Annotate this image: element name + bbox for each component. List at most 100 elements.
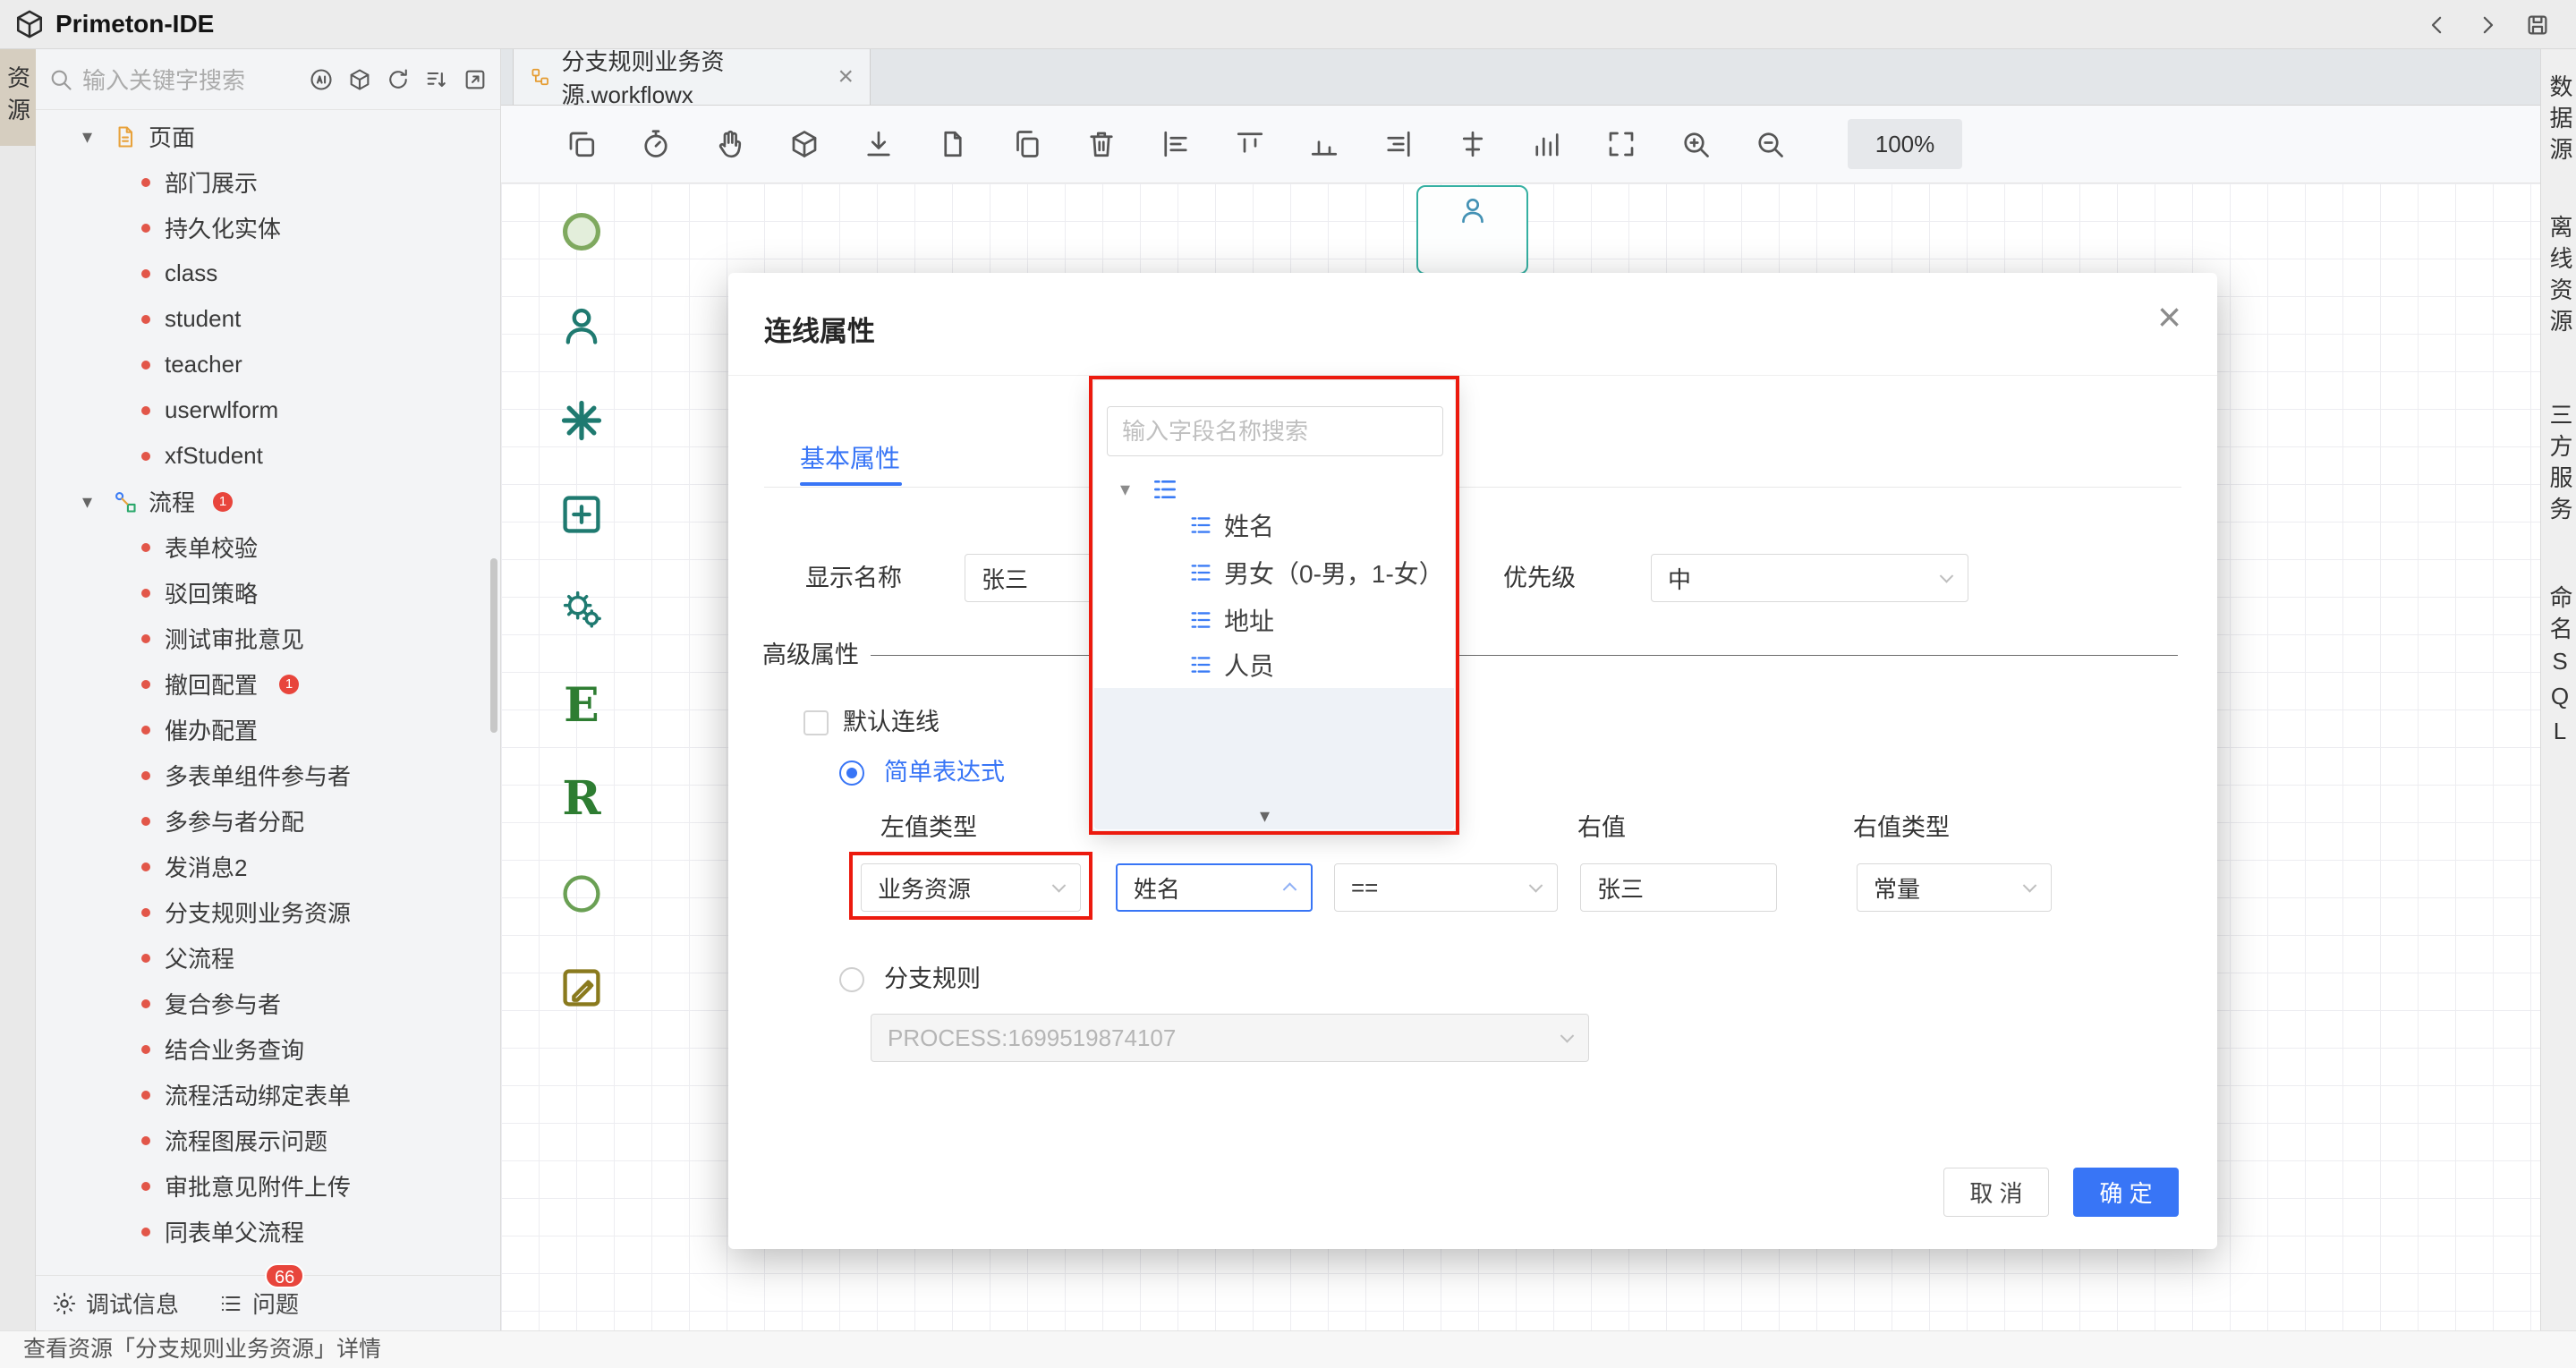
- fit-screen-icon[interactable]: [1605, 128, 1637, 160]
- search-input[interactable]: 输入关键字搜索: [82, 63, 309, 96]
- default-line-checkbox[interactable]: [803, 710, 829, 735]
- resource-dot-icon: [141, 361, 150, 370]
- dropdown-item[interactable]: 姓名: [1188, 503, 1274, 548]
- field-select[interactable]: 姓名: [1116, 863, 1313, 912]
- align-left-icon[interactable]: [1160, 128, 1192, 160]
- download-icon[interactable]: [863, 128, 895, 160]
- tree-item[interactable]: 审批意见附件上传: [36, 1163, 500, 1209]
- tree-item[interactable]: 流程活动绑定表单: [36, 1072, 500, 1117]
- sidebar-tab-resources[interactable]: 资源: [0, 49, 36, 146]
- align-right-icon[interactable]: [1382, 128, 1415, 160]
- tree-item[interactable]: 表单校验: [36, 524, 500, 570]
- edit-node-icon[interactable]: [555, 961, 608, 1015]
- field-tree-icon: [1151, 475, 1179, 504]
- tree-item-label: xfStudent: [165, 442, 263, 470]
- zoom-in-icon[interactable]: [1679, 128, 1712, 160]
- tree-item[interactable]: 多参与者分配: [36, 798, 500, 844]
- ai-icon[interactable]: [309, 67, 334, 92]
- letter-r-node[interactable]: R: [555, 771, 608, 825]
- right-type-select[interactable]: 常量: [1857, 863, 2052, 912]
- package-icon[interactable]: [788, 128, 820, 160]
- tree-item[interactable]: xfStudent: [36, 433, 500, 479]
- resource-tree: ▾ 页面 部门展示 持久化实体 class student teacher us…: [36, 114, 500, 1275]
- copy-files-icon[interactable]: [1011, 128, 1043, 160]
- timer-icon[interactable]: [640, 128, 672, 160]
- tree-item[interactable]: 发消息2: [36, 844, 500, 889]
- tree-item[interactable]: 部门展示: [36, 159, 500, 205]
- workflow-node[interactable]: [1416, 185, 1528, 275]
- forward-icon[interactable]: [2474, 12, 2501, 38]
- tree-item[interactable]: 测试审批意见: [36, 616, 500, 661]
- refresh-icon[interactable]: [386, 67, 411, 92]
- field-search-input[interactable]: [1107, 406, 1443, 456]
- service-gears-icon[interactable]: [555, 582, 608, 636]
- tree-item[interactable]: 撤回配置1: [36, 661, 500, 707]
- cancel-button[interactable]: 取 消: [1943, 1168, 2049, 1217]
- tree-item[interactable]: 复合参与者: [36, 981, 500, 1026]
- right-tab-namedsql[interactable]: 命名SQL: [2541, 579, 2576, 758]
- align-top-icon[interactable]: [1234, 128, 1266, 160]
- letter-e-node[interactable]: E: [555, 678, 608, 732]
- pan-hand-icon[interactable]: [714, 128, 746, 160]
- chart-bars-icon[interactable]: [1531, 128, 1563, 160]
- dropdown-item[interactable]: 人员: [1188, 642, 1274, 687]
- sort-icon[interactable]: [424, 67, 449, 92]
- close-dialog-icon[interactable]: ×: [2157, 296, 2181, 337]
- tree-root-node[interactable]: ▾: [1120, 468, 1179, 511]
- operator-select[interactable]: ==: [1334, 863, 1558, 912]
- dropdown-item[interactable]: 男女（0-男，1-女）: [1188, 550, 1444, 595]
- file-tab-workflowx[interactable]: 分支规则业务资源.workflowx ×: [513, 49, 871, 105]
- tree-item[interactable]: 结合业务查询: [36, 1026, 500, 1072]
- align-center-icon[interactable]: [1457, 128, 1489, 160]
- right-tab-datasource[interactable]: 数据源: [2541, 63, 2576, 179]
- add-activity-icon[interactable]: [555, 488, 608, 541]
- tree-group-pages[interactable]: ▾ 页面: [36, 114, 500, 159]
- close-tab-icon[interactable]: ×: [837, 62, 854, 92]
- tree-item[interactable]: class: [36, 251, 500, 296]
- right-tab-offline[interactable]: 离线资源: [2541, 203, 2576, 351]
- branch-rule-radio[interactable]: [839, 967, 864, 992]
- align-bottom-icon[interactable]: [1308, 128, 1340, 160]
- debug-info-tab[interactable]: 调试信息: [52, 1287, 179, 1320]
- participant-icon[interactable]: [555, 299, 608, 353]
- copy-icon[interactable]: [565, 128, 598, 160]
- priority-select[interactable]: 中: [1651, 554, 1968, 602]
- start-node-icon[interactable]: [555, 205, 608, 259]
- gateway-star-icon[interactable]: [555, 394, 608, 447]
- chevron-down-icon: [1052, 879, 1067, 893]
- tree-item[interactable]: 多表单组件参与者: [36, 752, 500, 798]
- save-icon[interactable]: [2524, 12, 2551, 38]
- tree-item[interactable]: student: [36, 296, 500, 342]
- dropdown-item[interactable]: 地址: [1188, 598, 1274, 642]
- right-tab-thirdparty[interactable]: 三方服务: [2541, 391, 2576, 539]
- end-node-icon[interactable]: [555, 867, 608, 921]
- zoom-out-icon[interactable]: [1754, 128, 1786, 160]
- tree-item[interactable]: 持久化实体: [36, 205, 500, 251]
- model-cube-icon[interactable]: [347, 67, 372, 92]
- delete-icon[interactable]: [1085, 128, 1118, 160]
- left-type-select[interactable]: 业务资源: [861, 863, 1081, 912]
- zoom-level[interactable]: 100%: [1848, 119, 1962, 169]
- tree-item[interactable]: userwlform: [36, 387, 500, 433]
- tree-item[interactable]: 分支规则业务资源: [36, 889, 500, 935]
- tree-item[interactable]: 驳回策略: [36, 570, 500, 616]
- tree-item-label: 分支规则业务资源: [165, 896, 351, 929]
- tab-basic-properties[interactable]: 基本属性: [800, 439, 900, 475]
- tree-item-label: 部门展示: [165, 166, 258, 199]
- simple-expression-radio[interactable]: [839, 760, 864, 786]
- new-file-icon[interactable]: [937, 128, 969, 160]
- section-divider: [871, 655, 2178, 656]
- tree-item[interactable]: 流程图展示问题: [36, 1117, 500, 1163]
- issues-tab[interactable]: 问题 66: [218, 1287, 299, 1320]
- back-icon[interactable]: [2424, 12, 2451, 38]
- right-value-field[interactable]: [1580, 863, 1777, 912]
- resource-dot-icon: [141, 726, 150, 735]
- sidebar-scrollbar[interactable]: [490, 558, 497, 733]
- tree-item[interactable]: 父流程: [36, 935, 500, 981]
- export-icon[interactable]: [463, 67, 488, 92]
- tree-group-process[interactable]: ▾ 流程 1: [36, 479, 500, 524]
- tree-item[interactable]: 同表单父流程: [36, 1209, 500, 1254]
- tree-item[interactable]: teacher: [36, 342, 500, 387]
- tree-item[interactable]: 催办配置: [36, 707, 500, 752]
- ok-button[interactable]: 确 定: [2073, 1168, 2179, 1217]
